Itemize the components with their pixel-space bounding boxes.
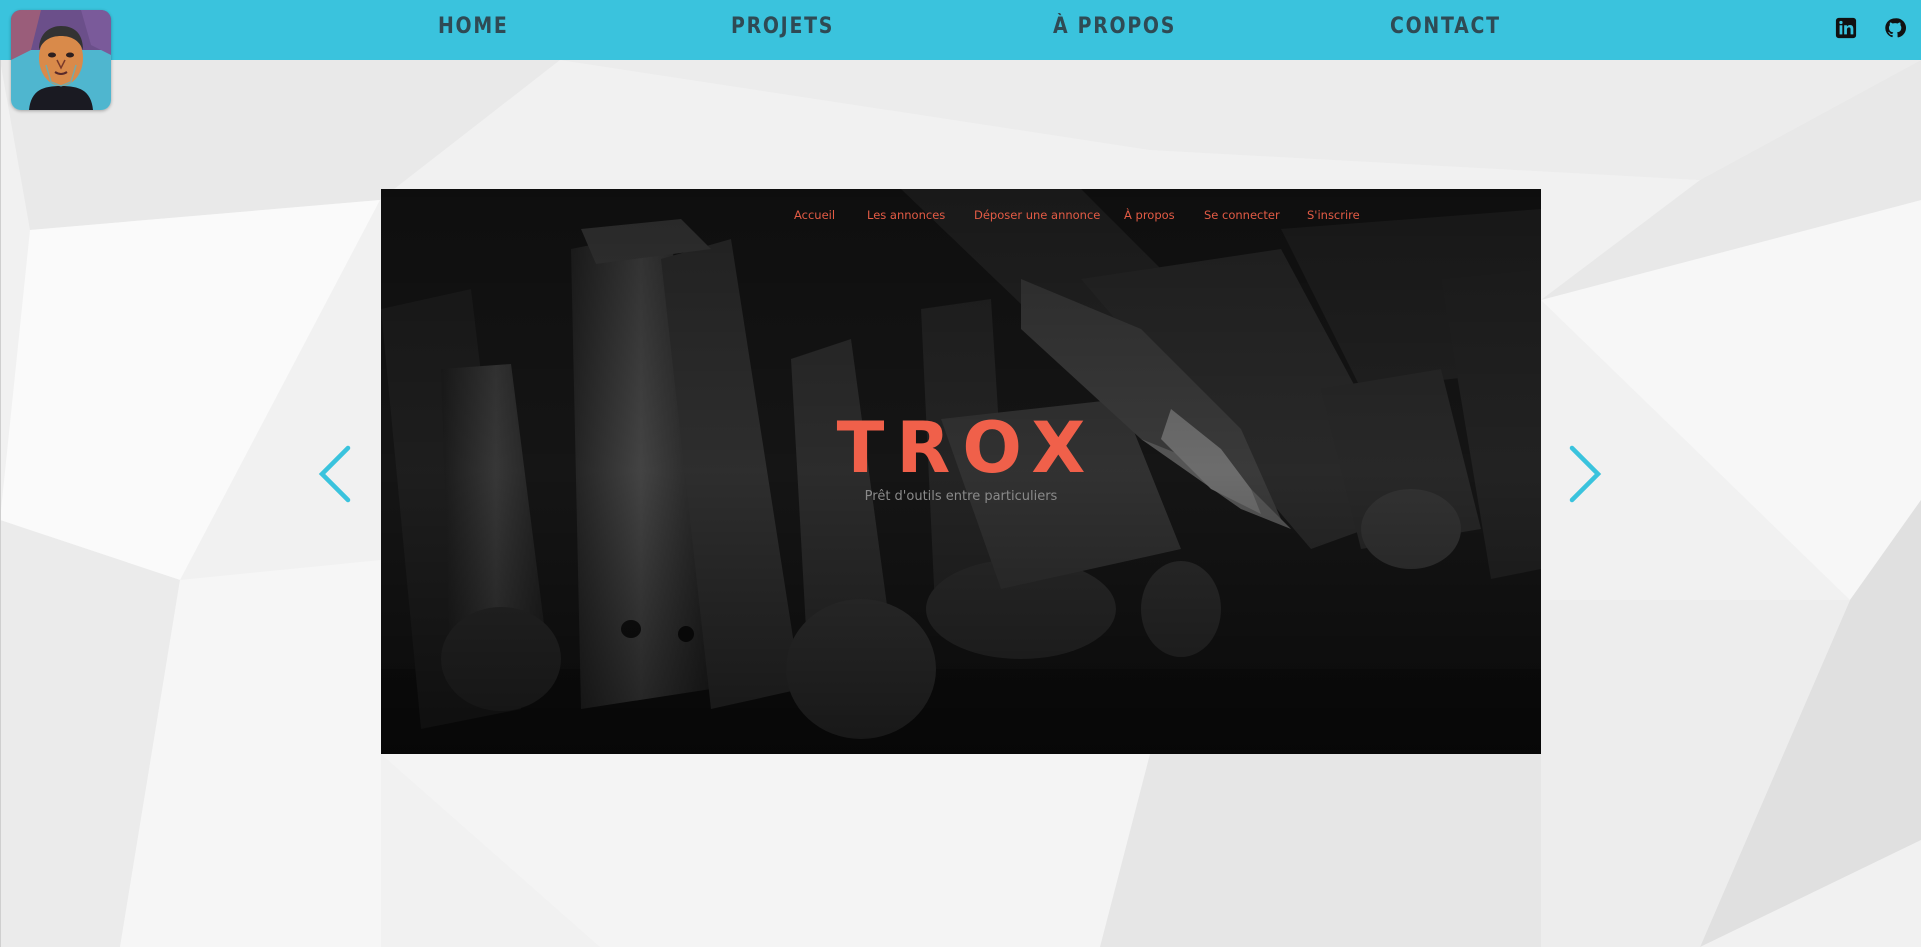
subnav-accueil[interactable]: Accueil: [794, 208, 835, 222]
subnav-deposer-annonce[interactable]: Déposer une annonce: [974, 208, 1100, 222]
nav-a-propos[interactable]: À PROPOS: [1053, 14, 1176, 39]
project-slide[interactable]: Accueil Les annonces Déposer une annonce…: [381, 189, 1541, 754]
slider-prev-arrow-icon[interactable]: [316, 444, 352, 504]
subnav-a-propos[interactable]: À propos: [1124, 208, 1175, 222]
project-title: TROX: [836, 407, 1098, 489]
github-icon[interactable]: [1884, 17, 1906, 39]
project-subtitle: Prêt d'outils entre particuliers: [864, 489, 1058, 504]
subnav-s-inscrire[interactable]: S'inscrire: [1307, 208, 1360, 222]
project-subnav: Accueil Les annonces Déposer une annonce…: [381, 208, 1541, 228]
avatar[interactable]: [11, 10, 111, 110]
slider-next-arrow-icon[interactable]: [1568, 444, 1604, 504]
subnav-se-connecter[interactable]: Se connecter: [1204, 208, 1280, 222]
nav-projets[interactable]: PROJETS: [731, 14, 834, 39]
top-navbar: HOME PROJETS À PROPOS CONTACT: [0, 0, 1921, 60]
nav-home[interactable]: HOME: [438, 14, 509, 39]
nav-contact[interactable]: CONTACT: [1390, 14, 1501, 39]
linkedin-icon[interactable]: [1835, 17, 1857, 39]
main-nav: HOME PROJETS À PROPOS CONTACT: [0, 0, 1921, 60]
avatar-portrait: [11, 10, 111, 110]
subnav-les-annonces[interactable]: Les annonces: [867, 208, 945, 222]
